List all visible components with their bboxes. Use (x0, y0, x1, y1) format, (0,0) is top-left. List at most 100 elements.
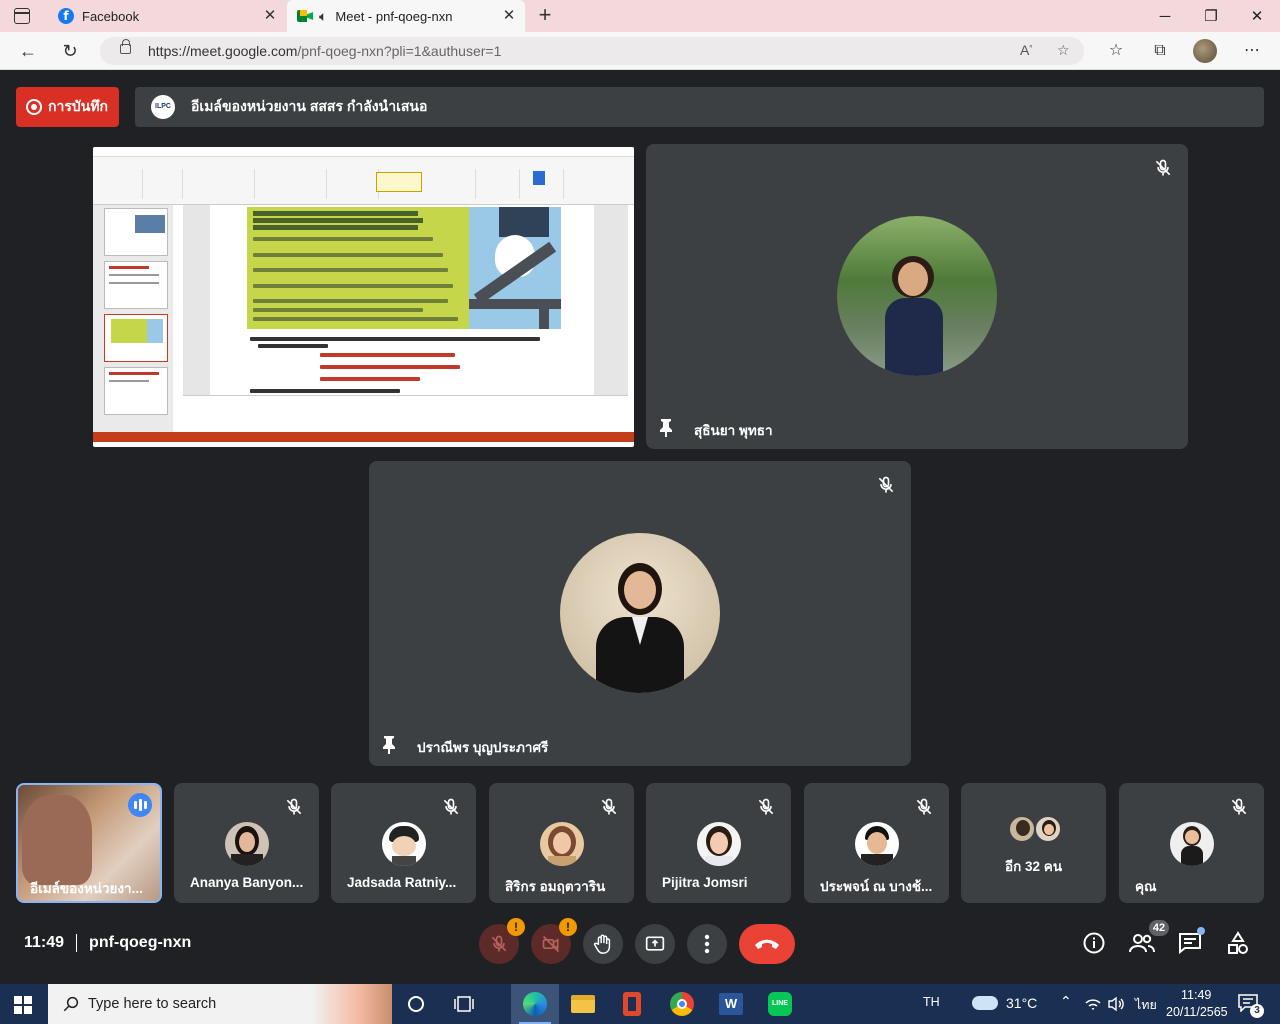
taskbar-date[interactable]: 20/11/2565 (1166, 1005, 1228, 1019)
participant-avatar (382, 822, 426, 866)
tab-title: Meet - pnf-qoeg-nxn (335, 8, 453, 24)
ime-indicator[interactable]: ไทย (1135, 995, 1157, 1015)
restore-button[interactable]: ❐ (1188, 0, 1234, 32)
action-center-button[interactable]: 3 (1238, 994, 1264, 1018)
recording-indicator[interactable]: การบันทึก (16, 87, 119, 127)
presenting-text: อีเมล์ของหน่วยงาน สสสร กำลังนำเสนอ (191, 98, 428, 114)
close-window-button[interactable]: ✕ (1234, 0, 1280, 32)
meeting-details-button[interactable] (1081, 930, 1107, 956)
office-app[interactable] (608, 984, 656, 1024)
meeting-clock: 11:49 (24, 934, 65, 951)
chat-icon (1179, 933, 1201, 954)
task-view-icon (454, 996, 474, 1012)
present-screen-button[interactable] (635, 924, 675, 964)
wifi-icon[interactable] (1084, 996, 1102, 1012)
address-bar[interactable]: https://meet.google.com/pnf-qoeg-nxn?pli… (100, 37, 1084, 65)
add-favorite-icon[interactable]: ☆ (1057, 42, 1070, 59)
activities-button[interactable] (1225, 930, 1251, 956)
new-tab-button[interactable]: + (534, 4, 556, 26)
participant-name: ปราณีพร บุญประภาศรี (417, 740, 549, 755)
meeting-code: pnf-qoeg-nxn (89, 934, 192, 951)
microphone-button[interactable]: ! (479, 918, 525, 964)
participant-name: คุณ (1135, 879, 1157, 894)
search-placeholder: Type here to search (88, 996, 217, 1012)
participant-tile[interactable]: อีเมล์ของหน่วยงา... (16, 783, 162, 903)
participant-avatar (855, 822, 899, 866)
meeting-control-bar: 11:49 pnf-qoeg-nxn ! ! 42 (0, 910, 1280, 980)
presentation-tile[interactable] (93, 147, 634, 447)
participant-tile[interactable]: สิริกร อมฤตวาริน (489, 783, 634, 903)
participant-tile[interactable]: Ananya Banyon... (174, 783, 319, 903)
google-meet-icon (297, 9, 313, 23)
participant-name: Ananya Banyon... (190, 875, 304, 890)
url-host: https://meet.google.com (148, 43, 298, 59)
read-aloud-icon[interactable]: Aⁿ (1020, 42, 1032, 58)
people-count-badge: 42 (1149, 920, 1169, 936)
cortana-button[interactable] (392, 984, 440, 1024)
audio-playing-icon[interactable]: 🔈︎ (319, 8, 327, 25)
warning-icon: ! (507, 918, 525, 936)
back-button[interactable]: ← (16, 39, 40, 63)
start-button[interactable] (14, 996, 32, 1014)
people-icon (1129, 934, 1155, 953)
weather-cloud-icon[interactable] (972, 996, 998, 1010)
participant-name: สิริกร อมฤตวาริน (505, 879, 606, 894)
favorites-icon[interactable]: ☆ (1105, 40, 1127, 62)
chrome-app[interactable] (658, 984, 706, 1024)
people-button[interactable]: 42 (1129, 920, 1169, 956)
ppt-slide (210, 205, 594, 395)
presenting-banner: ILPC อีเมล์ของหน่วยงาน สสสร กำลังนำเสนอ (135, 87, 1264, 127)
city-map-illustration (469, 207, 561, 329)
folder-icon (571, 995, 595, 1013)
ppt-ribbon (93, 157, 634, 205)
chat-button[interactable] (1177, 927, 1205, 956)
volume-icon[interactable] (1107, 996, 1125, 1012)
presenter-logo: ILPC (151, 95, 175, 119)
lock-icon[interactable] (120, 39, 131, 54)
camera-button[interactable]: ! (531, 918, 577, 964)
meeting-info: 11:49 pnf-qoeg-nxn (24, 934, 191, 952)
close-tab-icon[interactable]: ✕ (262, 8, 278, 24)
participant-tile-main[interactable]: สุธินยา พุทธา (646, 144, 1188, 449)
mic-off-icon (878, 476, 894, 493)
others-tile[interactable]: อีก 32 คน (961, 783, 1106, 903)
refresh-button[interactable]: ↻ (58, 39, 82, 63)
participant-name: Jadsada Ratniy... (347, 875, 457, 890)
participant-tile[interactable]: ประพจน์ ณ บางช้... (804, 783, 949, 903)
participant-tile[interactable]: Pijitra Jomsri (646, 783, 791, 903)
close-tab-icon[interactable]: ✕ (501, 8, 517, 24)
more-menu-icon[interactable]: ⋯ (1241, 40, 1263, 62)
more-options-button[interactable] (687, 924, 727, 964)
shapes-icon (1228, 931, 1248, 954)
chevron-up-icon[interactable]: ⌃ (1060, 993, 1072, 1010)
tab-actions-icon[interactable] (14, 8, 30, 24)
taskbar-time[interactable]: 11:49 (1181, 988, 1211, 1002)
tab-meet[interactable]: 🔈︎ Meet - pnf-qoeg-nxn ✕ (287, 0, 525, 32)
leave-call-button[interactable] (739, 924, 795, 964)
url-text: https://meet.google.com/pnf-qoeg-nxn?pli… (148, 43, 501, 59)
raise-hand-button[interactable] (583, 924, 623, 964)
tab-facebook[interactable]: f Facebook ✕ (48, 0, 286, 32)
profile-avatar[interactable] (1193, 39, 1217, 63)
chat-notification-dot (1197, 927, 1205, 935)
taskbar-search[interactable]: Type here to search (48, 984, 392, 1024)
facebook-icon: f (58, 8, 74, 24)
line-app[interactable]: LINE (756, 984, 804, 1024)
language-indicator[interactable]: TH (923, 995, 940, 1009)
participant-tile[interactable]: Jadsada Ratniy... (331, 783, 476, 903)
file-explorer-app[interactable] (559, 984, 607, 1024)
line-icon: LINE (768, 992, 792, 1016)
word-app[interactable]: W (707, 984, 755, 1024)
minimize-button[interactable]: ─ (1142, 0, 1188, 32)
self-tile[interactable]: คุณ (1119, 783, 1264, 903)
participant-photo (837, 216, 997, 376)
collections-icon[interactable]: ⧉ (1149, 40, 1171, 62)
task-view-button[interactable] (440, 984, 488, 1024)
edge-app[interactable] (511, 984, 559, 1024)
participant-avatar (1034, 815, 1062, 843)
weather-temperature[interactable]: 31°C (1006, 995, 1037, 1011)
participant-tile-main[interactable]: ปราณีพร บุญประภาศรี (369, 461, 911, 766)
edge-icon (523, 992, 547, 1016)
pin-icon[interactable] (658, 418, 674, 438)
pin-icon[interactable] (381, 735, 397, 755)
